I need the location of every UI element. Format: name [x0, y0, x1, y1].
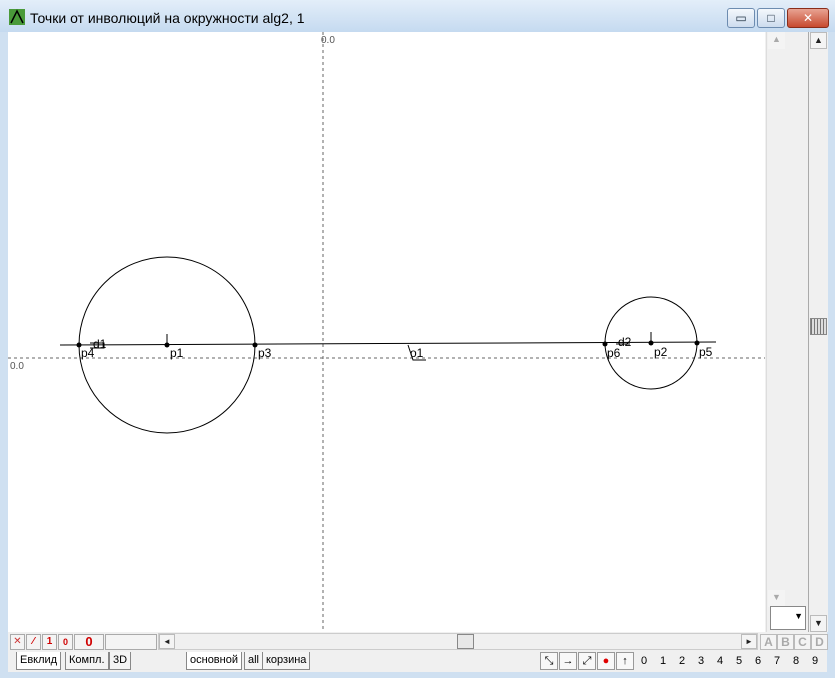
- tool-up-button[interactable]: ↑: [616, 652, 634, 670]
- left-arrow-icon: ◄: [163, 637, 171, 646]
- label-p4: p4: [81, 346, 95, 360]
- digit-3[interactable]: 3: [692, 652, 710, 670]
- right-arrow-icon: ►: [745, 637, 753, 646]
- scroll-down-button[interactable]: ▼: [810, 615, 827, 632]
- close-icon: ✕: [802, 11, 814, 25]
- diagonal-arrow-icon: ⤢: [582, 655, 592, 667]
- label-o1: o1: [410, 346, 424, 360]
- one-button[interactable]: 1: [42, 634, 57, 650]
- tool-segment-button[interactable]: ⤡: [540, 652, 558, 670]
- point-p1: [164, 342, 170, 348]
- layer-d-label: D: [815, 635, 824, 649]
- drawing-canvas[interactable]: 0.0 0.0 d1 p4 p1 p3 o1 d2 p6 p2 p5: [8, 32, 765, 632]
- tab-euclid[interactable]: Евклид: [16, 652, 62, 670]
- cross-icon: ✕: [13, 636, 22, 647]
- close-button[interactable]: ✕: [787, 8, 829, 28]
- layer-b-label: B: [781, 635, 790, 649]
- inner-scrollbar[interactable]: ▲ ▼: [766, 32, 786, 632]
- zero-big-label: 0: [85, 634, 93, 649]
- h-scroll-thumb[interactable]: [457, 634, 474, 649]
- point-p2: [648, 340, 654, 346]
- layer-c-button[interactable]: C: [794, 634, 811, 650]
- digit-5[interactable]: 5: [730, 652, 748, 670]
- digit-8[interactable]: 8: [787, 652, 805, 670]
- segment-icon: ⤡: [544, 655, 554, 667]
- app-icon: [9, 9, 25, 25]
- chevron-down-icon: ▼: [794, 611, 803, 621]
- maximize-icon: □: [767, 11, 775, 25]
- maximize-button[interactable]: □: [757, 8, 785, 28]
- slash-icon: ⁄: [32, 636, 35, 647]
- window-title: Точки от инволюций на окружности alg2, 1: [30, 10, 305, 26]
- zero-small-button[interactable]: 0: [58, 634, 73, 650]
- point-p3: [252, 342, 258, 348]
- vertical-scrollbar[interactable]: ▲ ▼: [808, 32, 828, 632]
- digit-1[interactable]: 1: [654, 652, 672, 670]
- zero-big-button[interactable]: 0: [74, 634, 104, 650]
- zero-small-label: 0: [62, 637, 68, 647]
- scroll-thumb[interactable]: [810, 318, 827, 335]
- layer-d-button[interactable]: D: [811, 634, 828, 650]
- layer-a-label: A: [764, 635, 773, 649]
- one-label: 1: [46, 636, 53, 647]
- up-arrow-icon: ▲: [772, 34, 781, 44]
- digit-0[interactable]: 0: [635, 652, 653, 670]
- minimize-button[interactable]: ▭: [727, 8, 755, 28]
- axis-left-label: 0.0: [10, 361, 24, 372]
- arrow-right-icon: →: [562, 655, 574, 667]
- inner-scroll-up-button[interactable]: ▲: [768, 32, 785, 49]
- geometry-drawing[interactable]: 0.0 0.0 d1 p4 p1 p3 o1 d2 p6 p2 p5: [8, 32, 765, 632]
- up-arrow-icon: ↑: [622, 655, 628, 667]
- digit-7[interactable]: 7: [768, 652, 786, 670]
- scroll-right-button[interactable]: ►: [741, 634, 757, 649]
- layer-combo[interactable]: ▼: [770, 606, 806, 630]
- layer-a-button[interactable]: A: [760, 634, 777, 650]
- tool-arrow-button[interactable]: →: [559, 652, 577, 670]
- scroll-up-button[interactable]: ▲: [810, 32, 827, 49]
- layer-c-label: C: [798, 635, 807, 649]
- tool-point-button[interactable]: ●: [597, 652, 615, 670]
- inner-scroll-down-button[interactable]: ▼: [768, 590, 785, 607]
- digit-9[interactable]: 9: [806, 652, 824, 670]
- client-area: 0.0 0.0 d1 p4 p1 p3 o1 d2 p6 p2 p5 ▲ ▼ ▼: [8, 32, 828, 672]
- digit-4[interactable]: 4: [711, 652, 729, 670]
- label-p1: p1: [170, 346, 184, 360]
- label-p6: p6: [607, 346, 621, 360]
- tab-3d[interactable]: 3D: [109, 652, 132, 670]
- scroll-left-button[interactable]: ◄: [159, 634, 175, 649]
- label-p5: p5: [699, 345, 713, 359]
- delete-button[interactable]: ✕: [10, 634, 25, 650]
- title-bar[interactable]: Точки от инволюций на окружности alg2, 1…: [0, 0, 835, 32]
- tabs-row: Евклид Компл. 3D основной all корзина ⤡ …: [8, 650, 827, 672]
- digit-2[interactable]: 2: [673, 652, 691, 670]
- up-arrow-icon: ▲: [814, 35, 823, 45]
- tool-diagonal-button[interactable]: ⤢: [578, 652, 596, 670]
- down-arrow-icon: ▼: [772, 592, 781, 602]
- down-arrow-icon: ▼: [814, 618, 823, 628]
- axis-top-label: 0.0: [321, 35, 335, 46]
- label-d1: d1: [93, 337, 107, 351]
- bottom-toolbar: ✕ ⁄ 1 0 0 ◄ ► A B C D: [8, 632, 828, 650]
- red-dot-icon: ●: [602, 655, 610, 667]
- tab-complex[interactable]: Компл.: [65, 652, 109, 670]
- tab-main[interactable]: основной: [186, 652, 242, 670]
- app-window: Точки от инволюций на окружности alg2, 1…: [0, 0, 835, 678]
- label-p3: p3: [258, 346, 272, 360]
- layer-b-button[interactable]: B: [777, 634, 794, 650]
- horizontal-scrollbar[interactable]: ◄ ►: [158, 633, 758, 650]
- slash-button[interactable]: ⁄: [26, 634, 41, 650]
- minimize-icon: ▭: [735, 11, 747, 25]
- label-p2: p2: [654, 345, 668, 359]
- blank-button[interactable]: [105, 634, 157, 650]
- digit-6[interactable]: 6: [749, 652, 767, 670]
- tab-trash[interactable]: корзина: [262, 652, 311, 670]
- tab-all[interactable]: all: [244, 652, 264, 670]
